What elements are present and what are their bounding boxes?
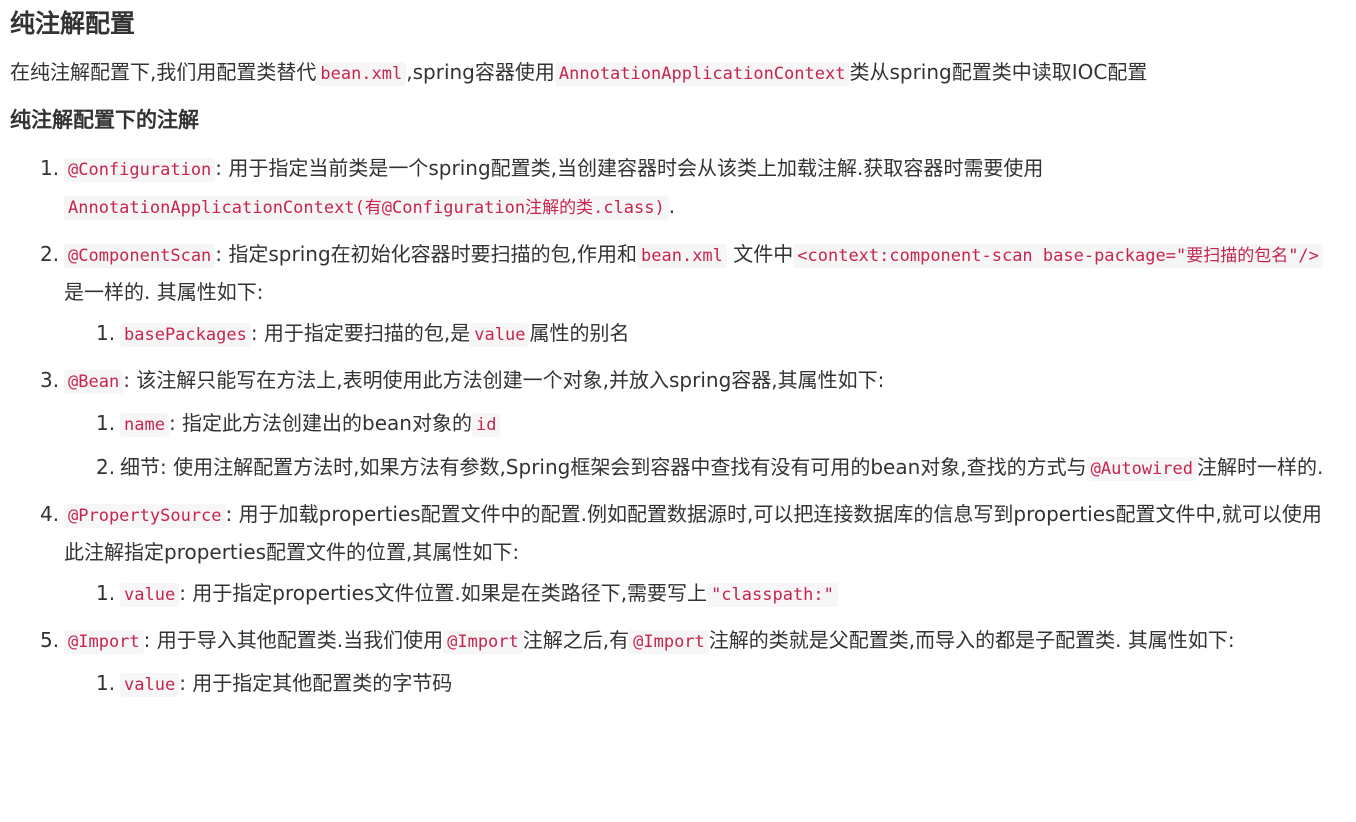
list-item-import: 5. @Import: 用于导入其他配置类.当我们使用 @Import 注解之后,有… [10, 622, 1328, 702]
list-item-configuration: 1. @Configuration: 用于指定当前类是一个spring配置类,当… [10, 150, 1328, 226]
sub-list: 1. basePackages: 用于指定要扫描的包,是 value 属性的别名 [64, 316, 1328, 352]
item-text: 注解的类就是父配置类,而导入的都是子配置类. 其属性如下: [708, 628, 1235, 652]
inline-code: @ComponentScan [64, 244, 216, 268]
inline-code: @Import [64, 630, 144, 654]
list-number: 5. [40, 628, 60, 652]
item-text: : 用于指定要扫描的包,是 [250, 321, 471, 345]
intro-text-1: 在纯注解配置下,我们用配置类替代 [10, 60, 317, 84]
sub-list-item: 1. value: 用于指定properties文件位置.如果是在类路径下,需要… [64, 576, 1328, 612]
item-text: : 用于导入其他配置类.当我们使用 [143, 628, 444, 652]
list-item-componentscan: 2. @ComponentScan: 指定spring在初始化容器时要扫描的包,… [10, 236, 1328, 352]
inline-code: @Import [443, 630, 523, 654]
inline-code: value [120, 583, 180, 607]
inline-code: @Bean [64, 370, 124, 394]
section-heading: 纯注解配置下的注解 [10, 108, 199, 132]
list-number: 2. [96, 455, 116, 479]
inline-code: "classpath:" [707, 583, 838, 607]
item-text: 细节: 使用注解配置方法时,如果方法有参数,Spring框架会到容器中查找有没有… [120, 455, 1087, 479]
item-text: . [668, 194, 676, 218]
list-number: 2. [40, 242, 60, 266]
inline-code: @Configuration [64, 158, 216, 182]
intro-text-2: ,spring容器使用 [406, 60, 555, 84]
intro-text-3: 类从spring配置类中读取IOC配置 [849, 60, 1148, 84]
list-number: 1. [96, 671, 116, 695]
sub-list-item: 1. name: 指定此方法创建出的bean对象的 id [64, 406, 1328, 442]
inline-code: value [120, 673, 180, 697]
inline-code: bean.xml [316, 62, 407, 86]
list-item-propertysource: 4. @PropertySource: 用于加载properties配置文件中的… [10, 496, 1328, 612]
item-text: : 指定spring在初始化容器时要扫描的包,作用和 [215, 242, 638, 266]
article: 纯注解配置 在纯注解配置下,我们用配置类替代 bean.xml ,spring容器使… [0, 0, 1356, 702]
annotation-list: 1. @Configuration: 用于指定当前类是一个spring配置类,当… [10, 150, 1328, 702]
sub-list: 1. name: 指定此方法创建出的bean对象的 id 2. 细节: 使用注解配… [64, 406, 1328, 486]
item-text: : 用于指定当前类是一个spring配置类,当创建容器时会从该类上加载注解.获取… [215, 156, 1044, 180]
item-text: 注解时一样的. [1197, 455, 1324, 479]
item-text: 是一样的. 其属性如下: [64, 280, 264, 304]
inline-code: id [471, 413, 501, 437]
list-number: 4. [40, 502, 60, 526]
list-number: 3. [40, 368, 60, 392]
inline-code: AnnotationApplicationContext [554, 62, 850, 86]
inline-code: value [470, 323, 530, 347]
sub-list: 1. value: 用于指定properties文件位置.如果是在类路径下,需要… [64, 576, 1328, 612]
sub-list: 1. value: 用于指定其他配置类的字节码 [64, 666, 1328, 702]
page-title: 纯注解配置 [10, 9, 136, 38]
list-number: 1. [96, 321, 116, 345]
inline-code: basePackages [120, 323, 251, 347]
list-number: 1. [96, 581, 116, 605]
sub-list-item: 1. value: 用于指定其他配置类的字节码 [64, 666, 1328, 702]
item-text: : 用于指定properties文件位置.如果是在类路径下,需要写上 [179, 581, 708, 605]
inline-code: @PropertySource [64, 504, 226, 528]
sub-list-item: 1. basePackages: 用于指定要扫描的包,是 value 属性的别名 [64, 316, 1328, 352]
inline-code: name [120, 413, 169, 437]
item-text: 文件中 [726, 242, 794, 266]
item-text: : 该注解只能写在方法上,表明使用此方法创建一个对象,并放入spring容器,其… [123, 368, 885, 392]
item-text: 注解之后,有 [522, 628, 630, 652]
inline-code: bean.xml [637, 244, 727, 268]
list-number: 1. [40, 156, 60, 180]
inline-code: AnnotationApplicationContext(有@Configura… [64, 196, 669, 220]
item-text: 属性的别名 [529, 321, 630, 345]
sub-list-item: 2. 细节: 使用注解配置方法时,如果方法有参数,Spring框架会到容器中查找… [64, 450, 1328, 486]
inline-code: <context:component-scan base-package="要扫… [793, 244, 1323, 268]
intro-paragraph: 在纯注解配置下,我们用配置类替代 bean.xml ,spring容器使用 Annot… [10, 56, 1328, 90]
item-text: : 用于指定其他配置类的字节码 [179, 671, 453, 695]
item-text: : 指定此方法创建出的bean对象的 [168, 411, 472, 435]
list-item-bean: 3. @Bean: 该注解只能写在方法上,表明使用此方法创建一个对象,并放入sp… [10, 362, 1328, 486]
list-number: 1. [96, 411, 116, 435]
inline-code: @Import [629, 630, 709, 654]
inline-code: @Autowired [1086, 457, 1197, 481]
item-text: : 用于加载properties配置文件中的配置.例如配置数据源时,可以把连接数… [64, 502, 1322, 564]
